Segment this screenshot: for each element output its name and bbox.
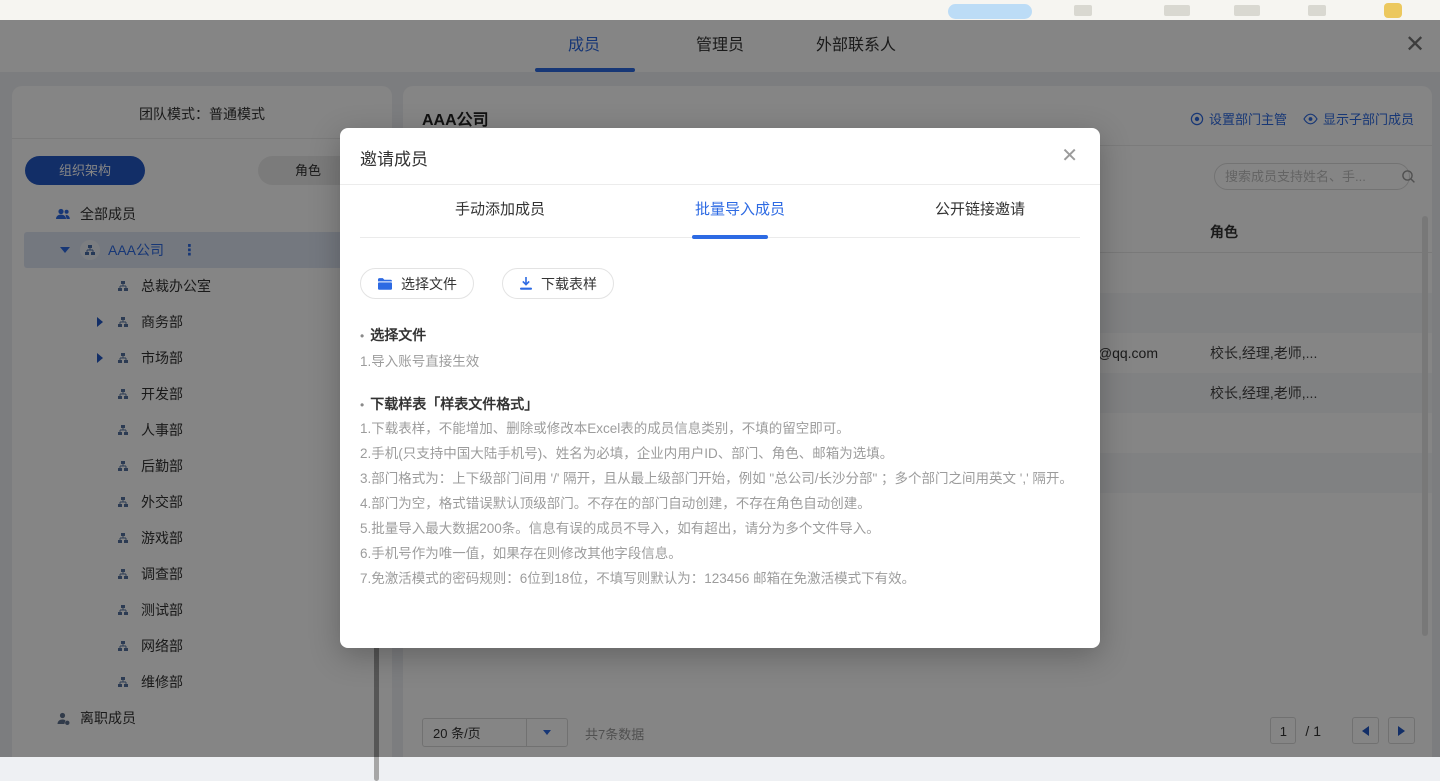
invite-members-modal: 邀请成员 ✕ 手动添加成员 批量导入成员 公开链接邀请 选择文件 下载表样 选择… bbox=[340, 128, 1100, 648]
choose-file-button[interactable]: 选择文件 bbox=[360, 268, 474, 299]
tab-manual-add[interactable]: 手动添加成员 bbox=[440, 185, 560, 238]
background-window-chrome bbox=[0, 0, 1440, 20]
background-toolbar-icon bbox=[1234, 5, 1260, 16]
background-star-icon bbox=[1384, 3, 1402, 18]
background-toolbar-icon bbox=[1164, 5, 1190, 16]
section-heading-download-sample: 下载样表「样表文件格式」 bbox=[360, 394, 1080, 414]
active-tab-underline bbox=[692, 235, 768, 239]
instruction-line: 5.批量导入最大数据200条。信息有误的成员不导入，如有超出，请分为多个文件导入… bbox=[360, 519, 1080, 539]
close-dialog-icon[interactable]: ✕ bbox=[1400, 30, 1430, 60]
instruction-line: 1.下载表样，不能增加、删除或修改本Excel表的成员信息类别，不填的留空即可。 bbox=[360, 419, 1080, 439]
close-modal-icon[interactable]: ✕ bbox=[1061, 143, 1078, 168]
instruction-line: 7.免激活模式的密码规则：6位到18位，不填写则默认为：123456 邮箱在免激… bbox=[360, 569, 1080, 589]
background-toolbar-icon bbox=[1074, 5, 1092, 16]
instruction-line: 1.导入账号直接生效 bbox=[360, 352, 1080, 372]
section-heading-choose-file: 选择文件 bbox=[360, 325, 1080, 345]
member-management-dialog: 成员 管理员 外部联系人 团队模式：普通模式 组织架构 角色 全部成员 bbox=[0, 20, 1440, 757]
tab-batch-import[interactable]: 批量导入成员 bbox=[680, 185, 800, 238]
modal-title: 邀请成员 bbox=[360, 145, 428, 170]
tab-public-link[interactable]: 公开链接邀请 bbox=[920, 185, 1040, 238]
folder-icon bbox=[377, 277, 393, 291]
background-pill-button bbox=[948, 4, 1032, 19]
instruction-line: 6.手机号作为唯一值，如果存在则修改其他字段信息。 bbox=[360, 544, 1080, 564]
instruction-line: 4.部门为空，格式错误默认顶级部门。不存在的部门自动创建，不存在角色自动创建。 bbox=[360, 494, 1080, 514]
background-toolbar-icon bbox=[1308, 5, 1326, 16]
download-sample-button[interactable]: 下载表样 bbox=[502, 268, 614, 299]
instruction-line: 2.手机(只支持中国大陆手机号)、姓名为必填，企业内用户ID、部门、角色、邮箱为… bbox=[360, 444, 1080, 464]
instruction-line: 3.部门格式为：上下级部门间用 '/' 隔开，且从最上级部门开始，例如 "总公司… bbox=[360, 469, 1080, 489]
download-icon bbox=[519, 276, 533, 291]
